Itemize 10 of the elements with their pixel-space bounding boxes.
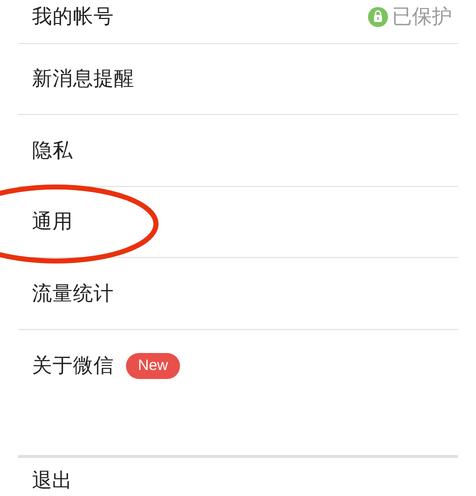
settings-item[interactable]: 我的帐号 [32,2,114,32]
new-badge: New [126,352,180,379]
logout-item[interactable]: 退出 [32,470,72,492]
settings-item[interactable]: 通用 [32,207,73,238]
lock-icon [368,7,388,28]
settings-item[interactable]: 流量统计 [32,278,114,309]
status-text: 已保护 [392,5,452,30]
settings-item[interactable]: 新消息提醒 [32,64,134,94]
settings-item[interactable]: 关于微信 [32,350,114,381]
settings-item[interactable]: 隐私 [32,136,73,166]
